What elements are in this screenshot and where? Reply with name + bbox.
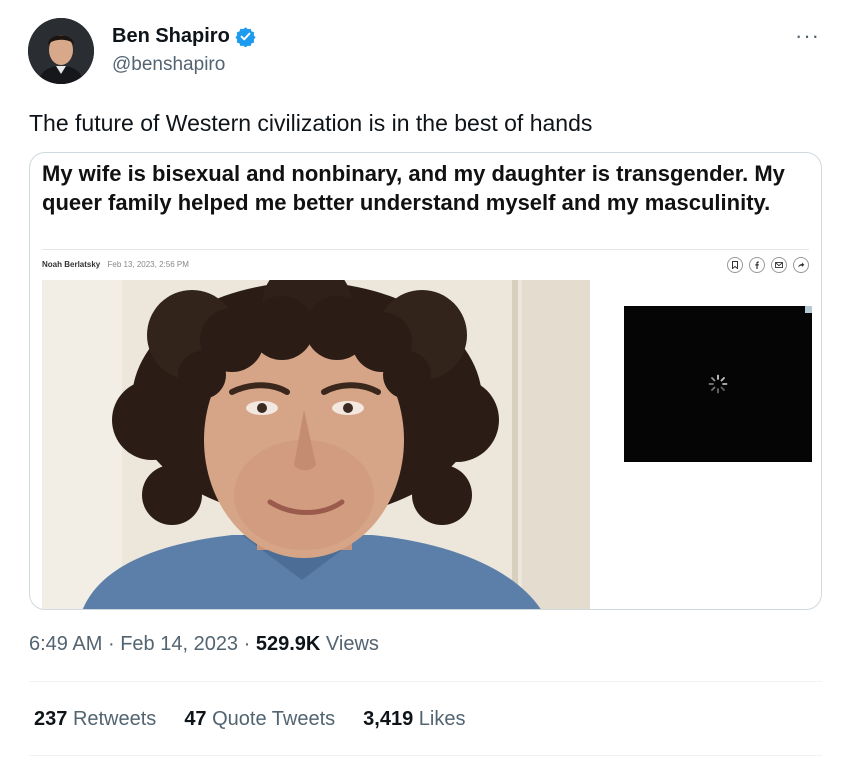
verified-badge-icon [235,27,256,47]
views-label[interactable]: Views [326,633,379,655]
article-headline: My wife is bisexual and nonbinary, and m… [42,161,785,215]
author-name-text[interactable]: Ben Shapiro [112,25,230,48]
attached-image[interactable]: My wife is bisexual and nonbinary, and m… [29,152,822,610]
more-options-icon[interactable]: ··· [795,25,820,47]
views-count[interactable]: 529.9K [256,633,321,655]
tweet-text: The future of Western civilization is in… [29,110,593,136]
meta-separator: · [107,633,115,655]
tweet-meta: 6:49 AM · Feb 14, 2023 · 529.9K Views [29,633,379,656]
retweets-stat[interactable]: 237 Retweets [34,708,156,731]
retweets-label: Retweets [72,708,157,730]
bookmark-icon [727,257,743,273]
video-placeholder [624,306,812,462]
author-handle[interactable]: @benshapiro [112,54,225,76]
facebook-icon [749,257,765,273]
divider [29,681,822,682]
article-date: Feb 13, 2023, 2:56 PM [107,260,189,269]
tweet-time[interactable]: 6:49 AM [29,633,102,655]
avatar[interactable] [28,18,94,84]
meta-separator: · [243,633,251,655]
article-author: Noah Berlatsky [42,260,101,269]
engagement-stats: 237 Retweets 47 Quote Tweets 3,419 Likes [34,708,466,731]
email-icon [771,257,787,273]
quote-tweets-stat[interactable]: 47 Quote Tweets [184,708,335,731]
likes-label: Likes [418,708,466,730]
loading-spinner-icon [708,374,728,394]
likes-count: 3,419 [363,708,414,730]
tweet-date[interactable]: Feb 14, 2023 [120,633,238,655]
author-name[interactable]: Ben Shapiro [112,25,256,48]
video-corner-marker [805,306,812,313]
retweets-count: 237 [34,708,68,730]
likes-stat[interactable]: 3,419 Likes [363,708,465,731]
article-photo [42,280,590,609]
article-divider [42,249,809,250]
quote-tweets-label: Quote Tweets [212,708,336,730]
article-byline: Noah Berlatsky Feb 13, 2023, 2:56 PM [42,260,189,269]
quote-tweets-count: 47 [184,708,207,730]
article-share-icons [727,257,809,273]
share-icon [793,257,809,273]
divider [29,755,822,756]
